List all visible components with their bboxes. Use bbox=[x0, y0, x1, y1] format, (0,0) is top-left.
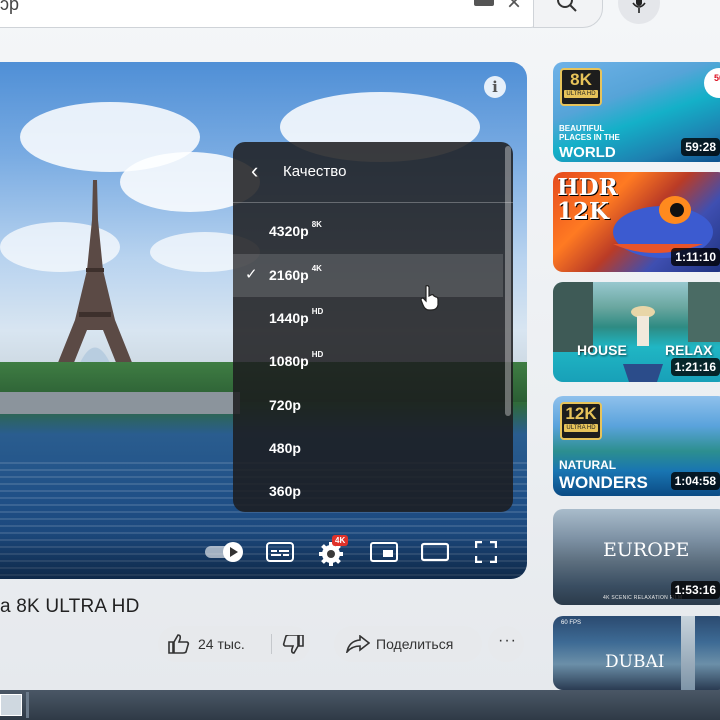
miniplayer-icon[interactable] bbox=[370, 541, 398, 563]
thumbnail-text: DUBAI bbox=[605, 652, 665, 672]
microphone-icon bbox=[632, 0, 646, 13]
thumbnail-text: BEAUTIFUL PLACES IN THE bbox=[559, 124, 620, 142]
quality-option-label: 480p bbox=[269, 440, 301, 456]
quality-menu-title: Качество bbox=[283, 163, 347, 180]
thumbnail-text: EUROPE bbox=[603, 539, 690, 561]
thumbnail-text: RELAX bbox=[665, 342, 713, 358]
voice-search-button[interactable] bbox=[618, 0, 660, 24]
cliff bbox=[688, 282, 720, 342]
like-count[interactable]: 24 тыс. bbox=[198, 636, 245, 652]
quality-menu-header[interactable]: ‹ Качество bbox=[233, 142, 513, 202]
share-label: Поделиться bbox=[376, 636, 454, 652]
video-duration: 59:28 bbox=[681, 138, 720, 156]
back-chevron-icon[interactable]: ‹ bbox=[251, 160, 258, 182]
player-controls: 4K bbox=[0, 532, 527, 579]
taskbar bbox=[0, 690, 720, 720]
settings-button[interactable]: 4K bbox=[318, 535, 349, 567]
video-duration: 1:11:10 bbox=[671, 248, 720, 266]
thumbnail-text: WONDERS bbox=[559, 473, 648, 492]
resolution-badge: 12K ULTRA HD bbox=[560, 402, 602, 440]
top-bar: ɔp × bbox=[0, 0, 720, 40]
skyscraper bbox=[681, 616, 695, 690]
thumbs-down-icon[interactable] bbox=[282, 635, 304, 655]
more-actions-button[interactable]: ··· bbox=[488, 626, 524, 662]
quality-option-1440p[interactable]: 1440p HD bbox=[233, 297, 503, 340]
quality-option-480p[interactable]: 480p bbox=[233, 427, 503, 470]
checkmark-icon: ✓ bbox=[245, 266, 258, 283]
share-icon bbox=[346, 635, 370, 653]
thumbnail-text: HOUSE bbox=[577, 342, 627, 358]
recommended-video-thumbnail[interactable]: HDR 12K D 1:11:10 bbox=[553, 172, 720, 272]
divider bbox=[271, 634, 272, 654]
video-title: a 8K ULTRA HD bbox=[0, 596, 140, 617]
logo-fragment[interactable]: ɔp bbox=[0, 0, 19, 15]
quality-option-720p[interactable]: 720p bbox=[233, 384, 503, 427]
video-duration: 1:53:16 bbox=[670, 581, 720, 599]
theater-mode-icon[interactable] bbox=[421, 541, 449, 563]
search-button[interactable] bbox=[533, 0, 603, 28]
more-icon: ··· bbox=[498, 632, 517, 649]
thumbnail-text: WORLD bbox=[559, 144, 616, 161]
subtitles-icon[interactable] bbox=[266, 541, 294, 563]
resolution-badge: 8K ULTRA HD bbox=[560, 68, 602, 106]
quality-option-label: 4320p 8K bbox=[269, 220, 322, 239]
video-duration: 1:04:58 bbox=[670, 472, 720, 490]
autoplay-toggle[interactable] bbox=[205, 541, 245, 563]
recommended-video-thumbnail[interactable]: HOUSE RELAX 1:21:16 bbox=[553, 282, 720, 382]
hand-cursor-icon bbox=[420, 285, 439, 311]
thumbs-up-icon[interactable] bbox=[168, 634, 190, 654]
clear-icon[interactable]: × bbox=[503, 0, 525, 15]
quality-badge: 4K bbox=[332, 535, 349, 546]
info-button[interactable]: i bbox=[484, 76, 506, 98]
start-button[interactable] bbox=[0, 694, 22, 716]
quality-option-label: 1080p HD bbox=[269, 350, 324, 369]
recommended-video-thumbnail[interactable]: 8K ULTRA HD 50 BEAUTIFULPLACES IN THE WO… bbox=[553, 62, 720, 162]
quality-option-360p[interactable]: 360p bbox=[233, 470, 503, 512]
keyboard-icon[interactable] bbox=[474, 0, 494, 6]
recommended-video-thumbnail[interactable]: EUROPE 4K SCENIC RELAXATION FILM 1:53:16 bbox=[553, 509, 720, 605]
thumbnail-text: NATURAL bbox=[559, 458, 617, 472]
search-icon bbox=[557, 0, 577, 12]
search-input[interactable] bbox=[0, 0, 537, 28]
thumbnail-text: 60 FPS bbox=[561, 620, 582, 626]
quality-option-1080p[interactable]: 1080p HD bbox=[233, 340, 503, 383]
eiffel-tower-illustration bbox=[57, 180, 133, 365]
video-duration: 1:21:16 bbox=[670, 358, 720, 376]
youtube-page: ɔp × i 4K ‹ Качество 4320p 8K ✓ 2160p 4K… bbox=[0, 0, 720, 690]
quality-option-label: 720p bbox=[269, 397, 301, 413]
quality-option-label: 2160p 4K bbox=[269, 264, 322, 283]
quality-option-4320p[interactable]: 4320p 8K bbox=[233, 210, 503, 253]
quality-option-label: 1440p HD bbox=[269, 307, 324, 326]
fullscreen-icon[interactable] bbox=[475, 541, 497, 563]
menu-scrollbar[interactable] bbox=[505, 146, 511, 416]
thumbnail-text: HDR 12K bbox=[557, 174, 618, 225]
recommended-video-thumbnail[interactable]: 12K ULTRA HD NATURAL WONDERS 1:04:58 bbox=[553, 396, 720, 496]
like-dislike-group: 24 тыс. bbox=[158, 626, 310, 662]
quality-option-label: 360p bbox=[269, 483, 301, 499]
divider bbox=[26, 692, 29, 718]
quality-menu: ‹ Качество 4320p 8K ✓ 2160p 4K 1440p HD 108… bbox=[233, 142, 513, 512]
share-button[interactable]: Поделиться bbox=[334, 626, 482, 662]
person-in-boat-illustration bbox=[623, 306, 663, 382]
corner-badge: 50 bbox=[704, 68, 720, 98]
river-bank bbox=[0, 392, 240, 414]
quality-option-2160p[interactable]: ✓ 2160p 4K bbox=[233, 254, 503, 297]
recommended-video-thumbnail[interactable]: 60 FPS DUBAI bbox=[553, 616, 720, 690]
divider bbox=[233, 202, 513, 203]
